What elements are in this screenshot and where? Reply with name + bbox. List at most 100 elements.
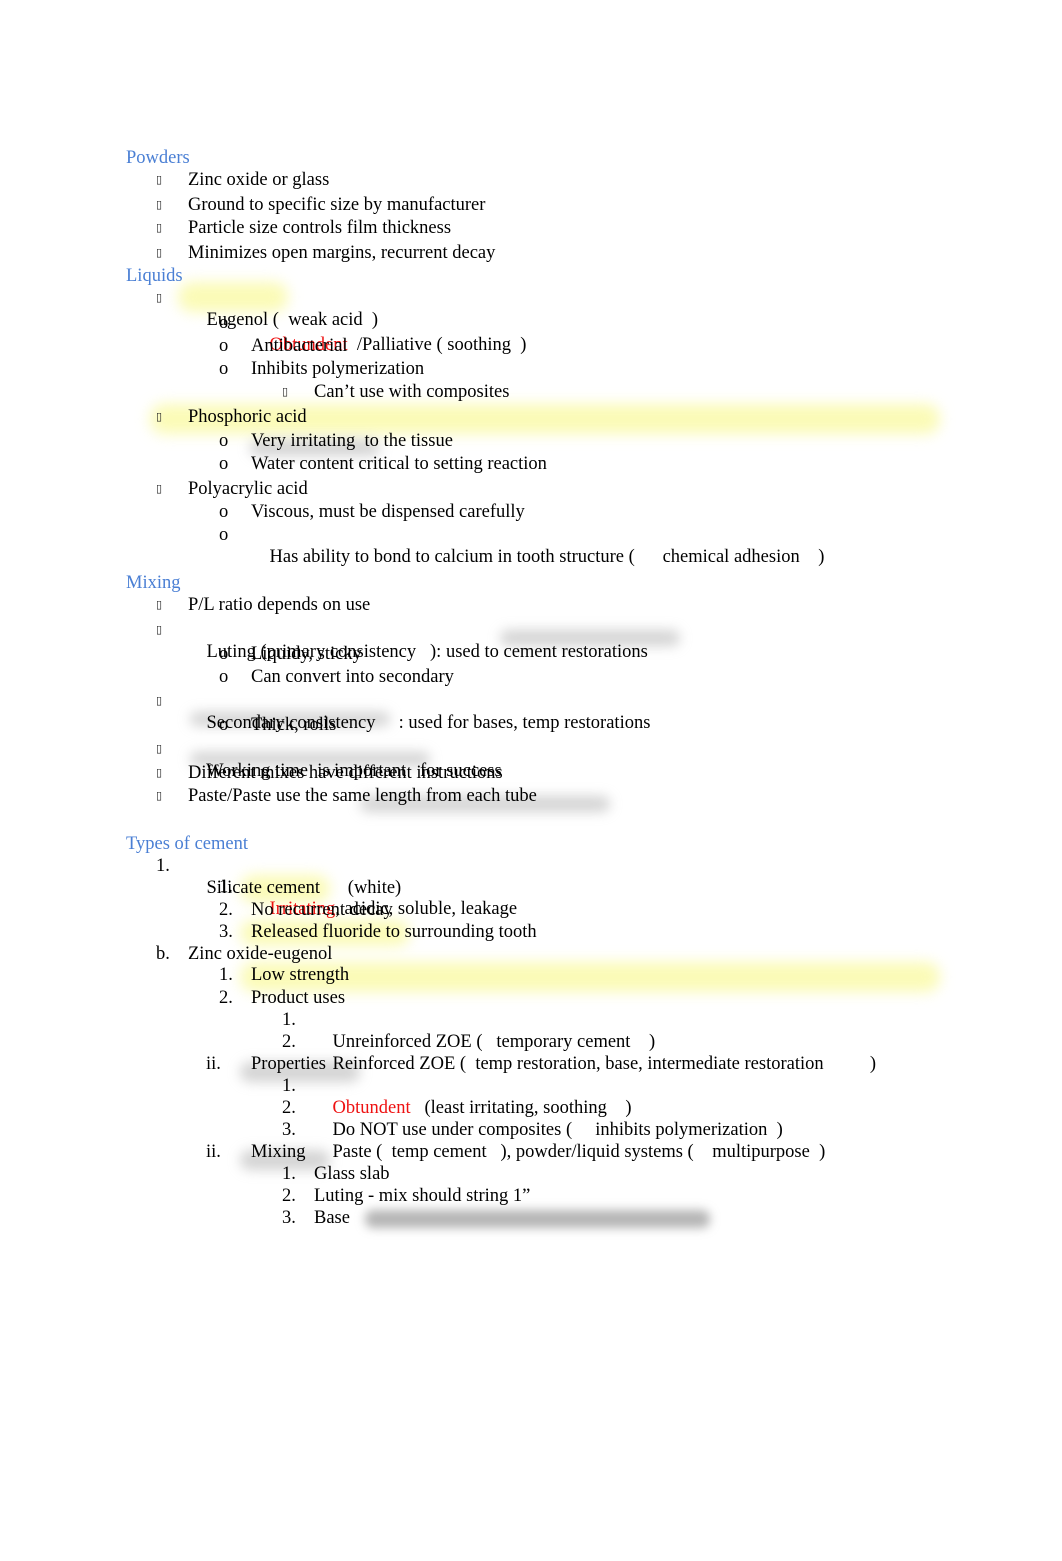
list-item: Obtundent (least irritating, soothing ) [314, 1075, 632, 1118]
list-item: Particle size controls film thickness [188, 218, 452, 238]
list-marker: 2. [282, 1098, 296, 1118]
list-item: Reinforced ZOE ( temp restoration, base,… [314, 1031, 877, 1074]
list-item: Released fluoride to surrounding tooth [251, 922, 537, 942]
bond-note: chemical adhesion [662, 547, 800, 567]
square-bullet-icon: ▯ [156, 482, 163, 495]
circle-bullet-icon: o [219, 336, 229, 356]
circle-bullet-icon: o [219, 644, 229, 664]
list-item: Can’t use with composites [314, 382, 510, 402]
list-marker: 1. [156, 856, 170, 876]
list-item: Glass slab [314, 1164, 390, 1184]
square-bullet-icon: ▯ [156, 246, 163, 259]
list-marker: ii. [206, 1054, 221, 1074]
list-marker: 1. [282, 1010, 296, 1030]
list-marker: 3. [282, 1208, 296, 1228]
item-note: temp cement [391, 1142, 487, 1162]
list-marker: 3. [219, 922, 233, 942]
list-item: No recurrent decay [251, 900, 393, 920]
paren: ) [819, 1142, 826, 1162]
paren: ) [520, 335, 527, 355]
item-mid: ), powder/liquid systems ( [500, 1142, 694, 1162]
square-bullet-icon: ▯ [156, 694, 163, 707]
list-item: Thick, rolls [251, 715, 337, 735]
list-item: Different mixes have different instructi… [188, 763, 503, 783]
list-item: P/L ratio depends on use [188, 595, 371, 615]
list-marker: 1. [282, 1164, 296, 1184]
list-item: Luting - mix should string 1” [314, 1186, 531, 1206]
secondary-desc: : used for bases, temp restorations [398, 713, 651, 733]
square-bullet-icon: ▯ [156, 291, 163, 304]
list-item-obtundent: Obtundent /Palliative ( soothing ) [251, 312, 527, 355]
palliative-note: soothing [447, 335, 512, 355]
square-bullet-icon: ▯ [156, 221, 163, 234]
list-marker: 2. [219, 900, 233, 920]
list-marker: 2. [282, 1032, 296, 1052]
square-bullet-icon: ▯ [156, 789, 163, 802]
obscured-base-text [365, 1210, 710, 1228]
list-marker: 1. [219, 965, 233, 985]
list-item: Inhibits polymerization [251, 359, 425, 379]
square-bullet-icon: ▯ [156, 198, 163, 211]
heading-powders: Powders [126, 148, 190, 168]
heading-types-of-cement: Types of cement [126, 834, 248, 854]
list-item-zoe: Zinc oxide-eugenol [188, 944, 333, 964]
list-marker: 1. [282, 1076, 296, 1096]
palliative-label: /Palliative ( [356, 335, 443, 355]
list-item-silicate: Silicate cement (white) [188, 855, 402, 898]
circle-bullet-icon: o [219, 454, 229, 474]
list-item: Ground to specific size by manufacturer [188, 195, 486, 215]
list-item: Has ability to bond to calcium in tooth … [251, 524, 825, 567]
heading-liquids: Liquids [126, 266, 183, 286]
list-item: Paste/Paste use the same length from eac… [188, 786, 537, 806]
square-bullet-icon: ▯ [156, 173, 163, 186]
list-item-secondary: Secondary consistency : used for bases, … [188, 690, 651, 733]
list-item: Can convert into secondary [251, 667, 454, 687]
circle-bullet-icon: o [219, 502, 229, 522]
list-item: Mixing [251, 1142, 306, 1162]
list-item: Low strength [251, 965, 350, 985]
square-bullet-icon: ▯ [282, 385, 289, 398]
circle-bullet-icon: o [219, 431, 229, 451]
bond-text: Has ability to bond to calcium in tooth … [269, 547, 635, 567]
list-item: Unreinforced ZOE ( temporary cement ) [314, 1009, 656, 1052]
list-marker: b. [156, 944, 170, 964]
circle-bullet-icon: o [219, 313, 229, 333]
square-bullet-icon: ▯ [156, 598, 163, 611]
list-item-eugenol: Eugenol ( weak acid ) [188, 287, 379, 330]
list-item: Antibacterial [251, 336, 348, 356]
list-item-luting: Luting (primary consistency ): used to c… [188, 619, 648, 662]
square-bullet-icon: ▯ [156, 623, 163, 636]
circle-bullet-icon: o [219, 715, 229, 735]
list-item: Minimizes open margins, recurrent decay [188, 243, 496, 263]
square-bullet-icon: ▯ [156, 742, 163, 755]
list-item: Base [314, 1208, 350, 1228]
list-marker: 3. [282, 1120, 296, 1140]
list-marker: 1. [219, 877, 233, 897]
list-item-phosphoric: Phosphoric acid [188, 407, 307, 427]
list-item: Paste ( temp cement ), powder/liquid sys… [314, 1119, 826, 1162]
item-label: Reinforced ZOE ( [332, 1054, 467, 1074]
square-bullet-icon: ▯ [156, 766, 163, 779]
list-item: Water content critical to setting reacti… [251, 454, 547, 474]
list-item: Liquidy, sticky [251, 644, 362, 664]
item-note: multipurpose [712, 1142, 810, 1162]
list-item: Viscous, must be dispensed carefully [251, 502, 525, 522]
list-item-polyacrylic: Polyacrylic acid [188, 479, 308, 499]
list-item: Product uses [251, 988, 346, 1008]
square-bullet-icon: ▯ [156, 410, 163, 423]
luting-label: Luting [206, 642, 256, 662]
heading-mixing: Mixing [126, 573, 181, 593]
list-marker: 2. [219, 988, 233, 1008]
luting-desc: ): used to cement restorations [430, 642, 648, 662]
item-label: Paste ( [332, 1142, 383, 1162]
paren: ) [869, 1054, 877, 1074]
circle-bullet-icon: o [219, 525, 229, 545]
list-marker: ii. [206, 1142, 221, 1162]
list-item-working-time: Working time is important for success [188, 738, 502, 781]
circle-bullet-icon: o [219, 359, 229, 379]
item-note: temp restoration, base, intermediate res… [475, 1054, 824, 1074]
list-item: Do NOT use under composites ( inhibits p… [314, 1097, 783, 1140]
circle-bullet-icon: o [219, 667, 229, 687]
list-item: Zinc oxide or glass [188, 170, 330, 190]
document-page: Powders ▯ Zinc oxide or glass ▯ Ground t… [0, 0, 1062, 1561]
